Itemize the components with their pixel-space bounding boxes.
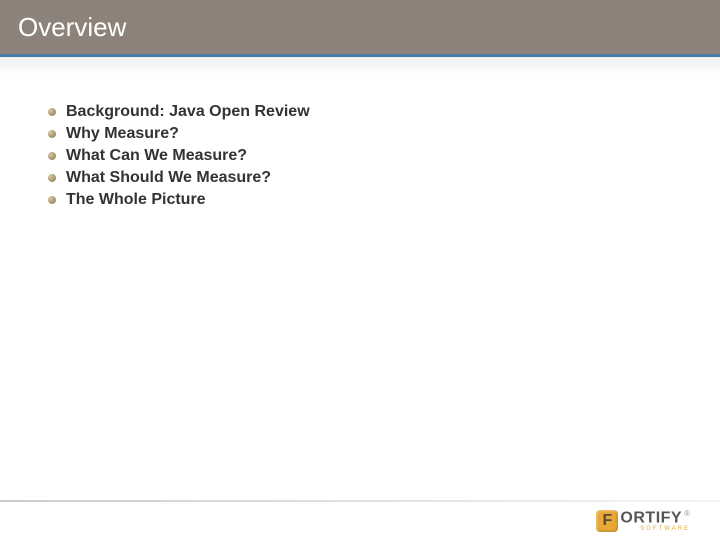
list-item: What Can We Measure? [48,147,702,165]
bullet-icon [48,196,56,204]
bullet-text: What Can We Measure? [66,147,247,165]
bullet-text: What Should We Measure? [66,169,271,187]
slide-header: Overview [0,0,720,54]
bullet-icon [48,174,56,182]
bullet-text: Why Measure? [66,125,179,143]
slide-footer: F ORTIFY® SOFTWARE [0,500,720,540]
logo-text-row: ORTIFY® [620,510,690,526]
list-item: The Whole Picture [48,191,702,209]
bullet-icon [48,108,56,116]
bullet-text: Background: Java Open Review [66,103,310,121]
slide-title: Overview [18,12,126,43]
list-item: What Should We Measure? [48,169,702,187]
list-item: Background: Java Open Review [48,103,702,121]
logo-text: ORTIFY [620,509,682,526]
bullet-icon [48,152,56,160]
footer-content: F ORTIFY® SOFTWARE [0,502,720,540]
logo-icon-letter: F [603,512,613,530]
logo-trademark: ® [684,509,690,518]
list-item: Why Measure? [48,125,702,143]
bullet-list: Background: Java Open Review Why Measure… [48,103,702,209]
fortify-logo: F ORTIFY® SOFTWARE [596,510,690,532]
logo-subtext: SOFTWARE [620,526,690,532]
logo-text-wrap: ORTIFY® SOFTWARE [620,510,690,532]
logo-icon: F [596,510,618,532]
header-fade [0,57,720,75]
bullet-icon [48,130,56,138]
content-area: Background: Java Open Review Why Measure… [0,75,720,209]
bullet-text: The Whole Picture [66,191,206,209]
